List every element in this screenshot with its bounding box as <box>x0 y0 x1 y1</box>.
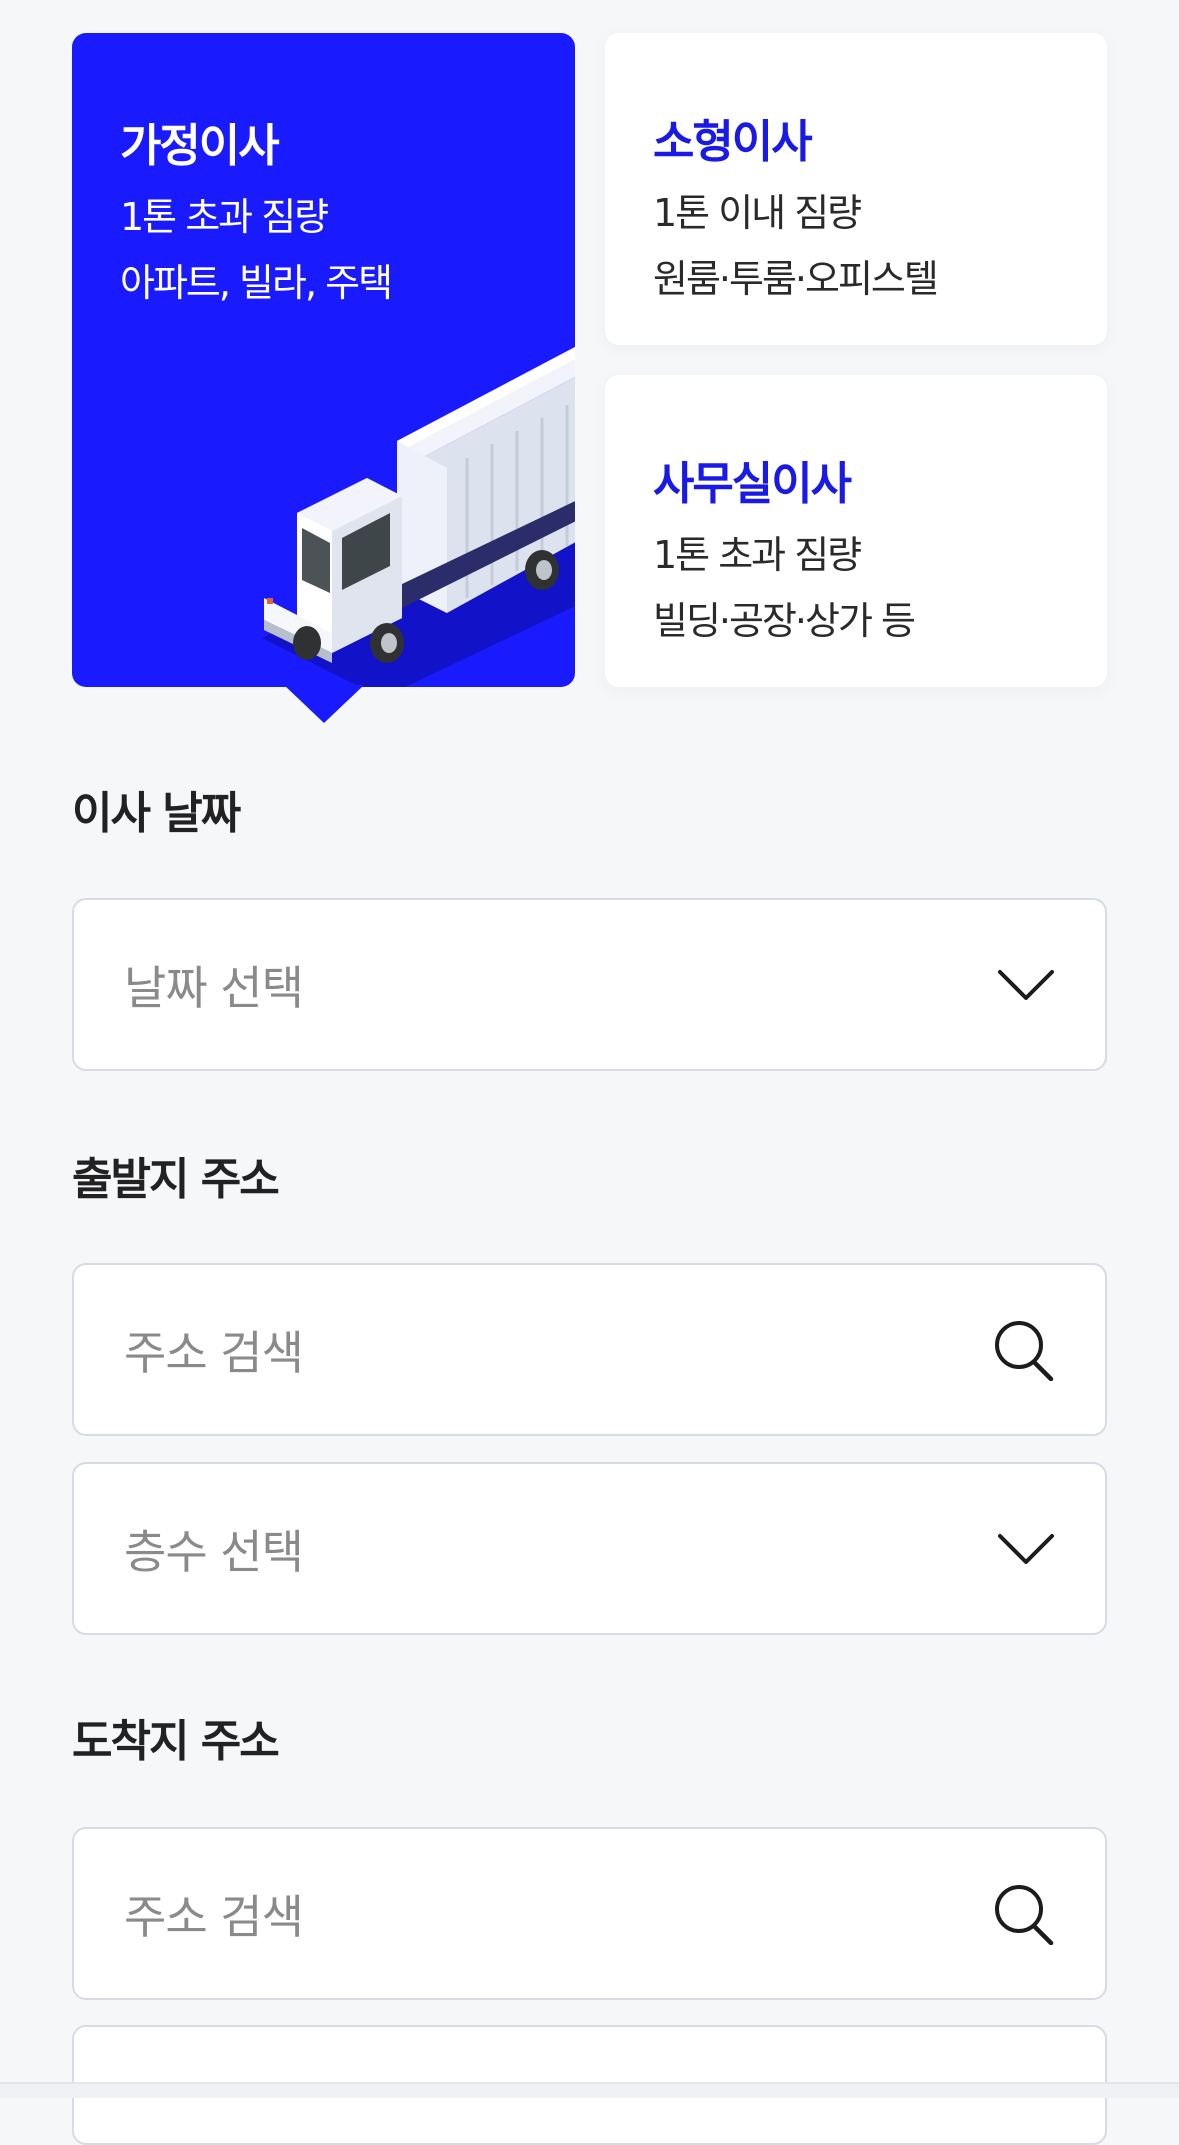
selected-pointer <box>284 685 364 723</box>
card-description: 원룸·투룸·오피스텔 <box>653 257 939 301</box>
arrival-label: 도착지 주소 <box>72 1716 280 1767</box>
departure-floor-select[interactable]: 층수 선택 <box>72 1462 1107 1635</box>
move-date-label: 이사 날짜 <box>72 788 241 839</box>
card-description: 빌딩·공장·상가 등 <box>653 599 916 643</box>
search-icon <box>995 1320 1054 1381</box>
departure-address-search[interactable]: 주소 검색 <box>72 1263 1107 1436</box>
move-type-card-home[interactable]: 가정이사 1톤 초과 짐량 아파트, 빌라, 주택 <box>72 33 575 687</box>
search-icon <box>995 1884 1054 1945</box>
card-title: 가정이사 <box>120 119 280 172</box>
chevron-down-icon <box>998 969 1054 1000</box>
card-capacity: 1톤 초과 짐량 <box>120 195 329 239</box>
card-title: 사무실이사 <box>653 457 852 510</box>
truck-illustration <box>262 346 575 687</box>
card-capacity: 1톤 초과 짐량 <box>653 533 862 577</box>
arrival-address-placeholder: 주소 검색 <box>124 1889 304 1944</box>
departure-label: 출발지 주소 <box>72 1154 280 1205</box>
move-type-card-office[interactable]: 사무실이사 1톤 초과 짐량 빌딩·공장·상가 등 <box>605 375 1107 687</box>
departure-address-placeholder: 주소 검색 <box>124 1325 304 1380</box>
card-title: 소형이사 <box>653 115 813 168</box>
chevron-down-icon <box>998 1533 1054 1564</box>
departure-floor-placeholder: 층수 선택 <box>124 1524 304 1579</box>
move-type-card-small[interactable]: 소형이사 1톤 이내 짐량 원룸·투룸·오피스텔 <box>605 33 1107 345</box>
move-date-select[interactable]: 날짜 선택 <box>72 898 1107 1071</box>
card-capacity: 1톤 이내 짐량 <box>653 191 862 235</box>
move-date-placeholder: 날짜 선택 <box>124 960 304 1015</box>
arrival-address-search[interactable]: 주소 검색 <box>72 1827 1107 2000</box>
